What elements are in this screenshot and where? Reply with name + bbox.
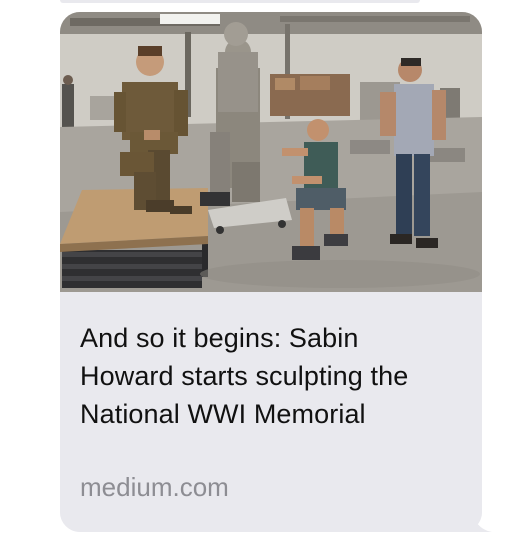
link-preview-caption[interactable]: And so it begins: Sabin Howard starts sc…: [60, 292, 482, 532]
bubble-tail: [462, 506, 492, 532]
previous-message-edge: [60, 0, 420, 3]
preview-image[interactable]: [60, 12, 482, 292]
link-domain[interactable]: medium.com: [80, 472, 229, 502]
link-preview-bubble[interactable]: And so it begins: Sabin Howard starts sc…: [60, 12, 482, 532]
link-title[interactable]: And so it begins: Sabin Howard starts sc…: [80, 319, 450, 433]
